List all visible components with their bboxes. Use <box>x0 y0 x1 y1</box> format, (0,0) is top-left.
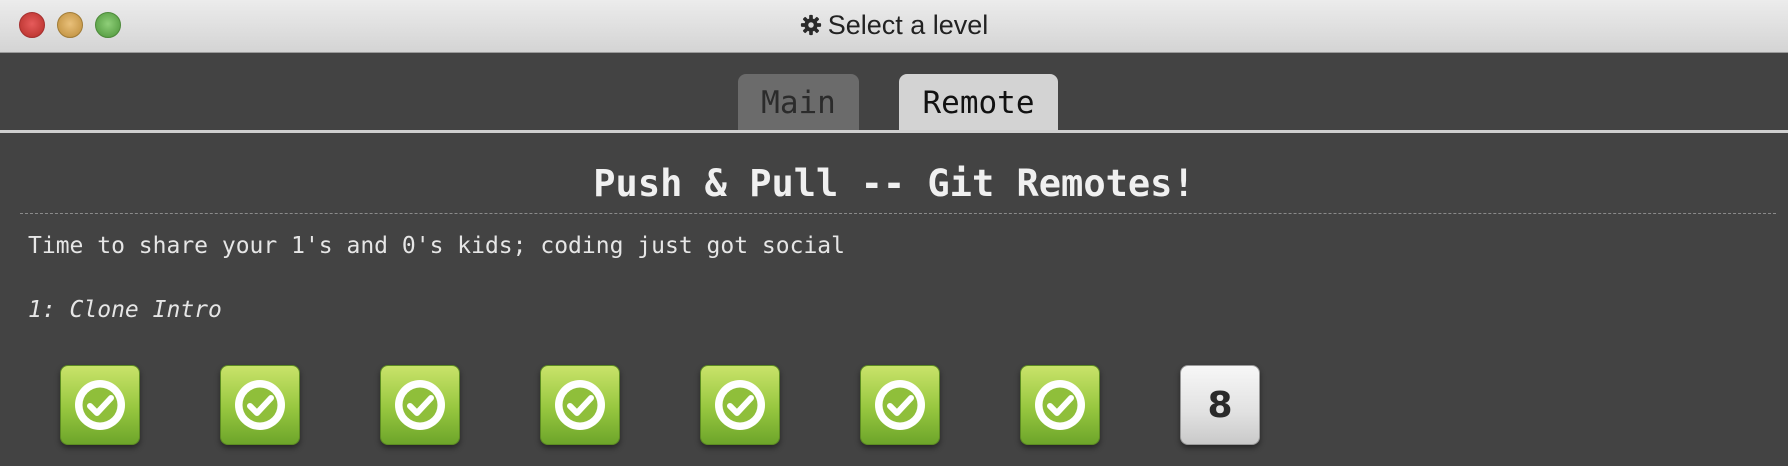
level-button-1[interactable] <box>60 365 140 445</box>
window-title: Select a level <box>827 9 989 40</box>
check-icon <box>552 377 608 433</box>
level-select-window: Select a level Main Remote Push & Pull -… <box>0 0 1788 466</box>
level-button-3[interactable] <box>380 365 460 445</box>
level-button-8[interactable]: 8 <box>1180 365 1260 445</box>
check-icon <box>72 377 128 433</box>
level-grid: 8 <box>0 365 1788 447</box>
title-divider <box>20 213 1776 214</box>
level-button-6[interactable] <box>860 365 940 445</box>
level-button-5[interactable] <box>700 365 780 445</box>
check-icon <box>872 377 928 433</box>
sequence-title: Push & Pull -- Git Remotes! <box>593 162 1195 205</box>
window-title-group: Select a level <box>0 0 1788 50</box>
level-button-4[interactable] <box>540 365 620 445</box>
check-icon <box>1032 377 1088 433</box>
check-icon <box>712 377 768 433</box>
check-icon <box>232 377 288 433</box>
title-bar: Select a level <box>0 0 1788 53</box>
sequence-tabs: Main Remote <box>0 53 1788 133</box>
gear-icon <box>800 14 822 36</box>
tab-divider <box>0 130 1788 133</box>
sequence-description: Time to share your 1's and 0's kids; cod… <box>28 233 845 259</box>
level-button-2[interactable] <box>220 365 300 445</box>
tab-remote[interactable]: Remote <box>899 74 1058 132</box>
selected-level-name: 1: Clone Intro <box>28 297 222 323</box>
tab-main[interactable]: Main <box>738 74 859 132</box>
level-button-7[interactable] <box>1020 365 1100 445</box>
check-icon <box>392 377 448 433</box>
